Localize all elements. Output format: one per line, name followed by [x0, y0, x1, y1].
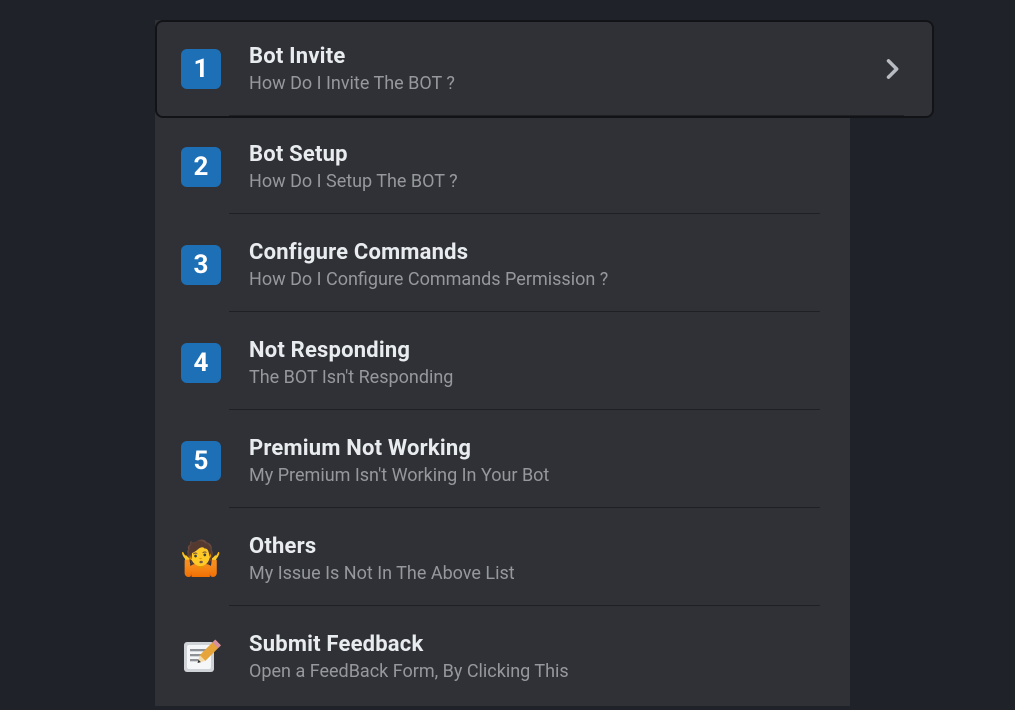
help-menu-panel: 1 Bot Invite How Do I Invite The BOT ? 2… [155, 20, 850, 706]
menu-item-title: Not Responding [249, 338, 820, 363]
menu-item-subtitle: How Do I Configure Commands Permission ? [249, 269, 820, 290]
feedback-pencil-icon [181, 637, 221, 677]
menu-item-not-responding[interactable]: 4 Not Responding The BOT Isn't Respondin… [155, 314, 850, 412]
menu-item-subtitle: My Issue Is Not In The Above List [249, 563, 820, 584]
menu-item-text: Configure Commands How Do I Configure Co… [249, 240, 820, 290]
number-badge-icon: 3 [181, 245, 221, 285]
menu-item-bot-setup[interactable]: 2 Bot Setup How Do I Setup The BOT ? [155, 118, 850, 216]
divider [229, 507, 820, 508]
menu-item-configure-commands[interactable]: 3 Configure Commands How Do I Configure … [155, 216, 850, 314]
divider [229, 213, 820, 214]
menu-item-subtitle: How Do I Setup The BOT ? [249, 171, 820, 192]
divider [229, 409, 820, 410]
menu-item-text: Bot Invite How Do I Invite The BOT ? [249, 44, 820, 94]
menu-item-text: Bot Setup How Do I Setup The BOT ? [249, 142, 820, 192]
shrug-emoji-icon: 🤷 [181, 539, 221, 579]
menu-item-text: Not Responding The BOT Isn't Responding [249, 338, 820, 388]
menu-item-subtitle: How Do I Invite The BOT ? [249, 73, 820, 94]
menu-item-text: Submit Feedback Open a FeedBack Form, By… [249, 632, 820, 682]
menu-item-title: Premium Not Working [249, 436, 820, 461]
menu-item-subtitle: My Premium Isn't Working In Your Bot [249, 465, 820, 486]
menu-item-subtitle: Open a FeedBack Form, By Clicking This [249, 661, 820, 682]
menu-item-title: Others [249, 534, 820, 559]
menu-item-title: Bot Setup [249, 142, 820, 167]
menu-item-text: Others My Issue Is Not In The Above List [249, 534, 820, 584]
divider [229, 115, 904, 116]
number-badge-icon: 1 [181, 49, 221, 89]
menu-item-premium-not-working[interactable]: 5 Premium Not Working My Premium Isn't W… [155, 412, 850, 510]
divider [229, 605, 820, 606]
menu-item-submit-feedback[interactable]: Submit Feedback Open a FeedBack Form, By… [155, 608, 850, 706]
number-badge-icon: 5 [181, 441, 221, 481]
menu-item-title: Bot Invite [249, 44, 820, 69]
menu-item-title: Configure Commands [249, 240, 820, 265]
divider [229, 311, 820, 312]
chevron-right-icon [878, 55, 906, 83]
menu-item-title: Submit Feedback [249, 632, 820, 657]
menu-item-bot-invite[interactable]: 1 Bot Invite How Do I Invite The BOT ? [155, 20, 934, 118]
number-badge-icon: 4 [181, 343, 221, 383]
number-badge-icon: 2 [181, 147, 221, 187]
menu-item-text: Premium Not Working My Premium Isn't Wor… [249, 436, 820, 486]
menu-item-subtitle: The BOT Isn't Responding [249, 367, 820, 388]
menu-item-others[interactable]: 🤷 Others My Issue Is Not In The Above Li… [155, 510, 850, 608]
